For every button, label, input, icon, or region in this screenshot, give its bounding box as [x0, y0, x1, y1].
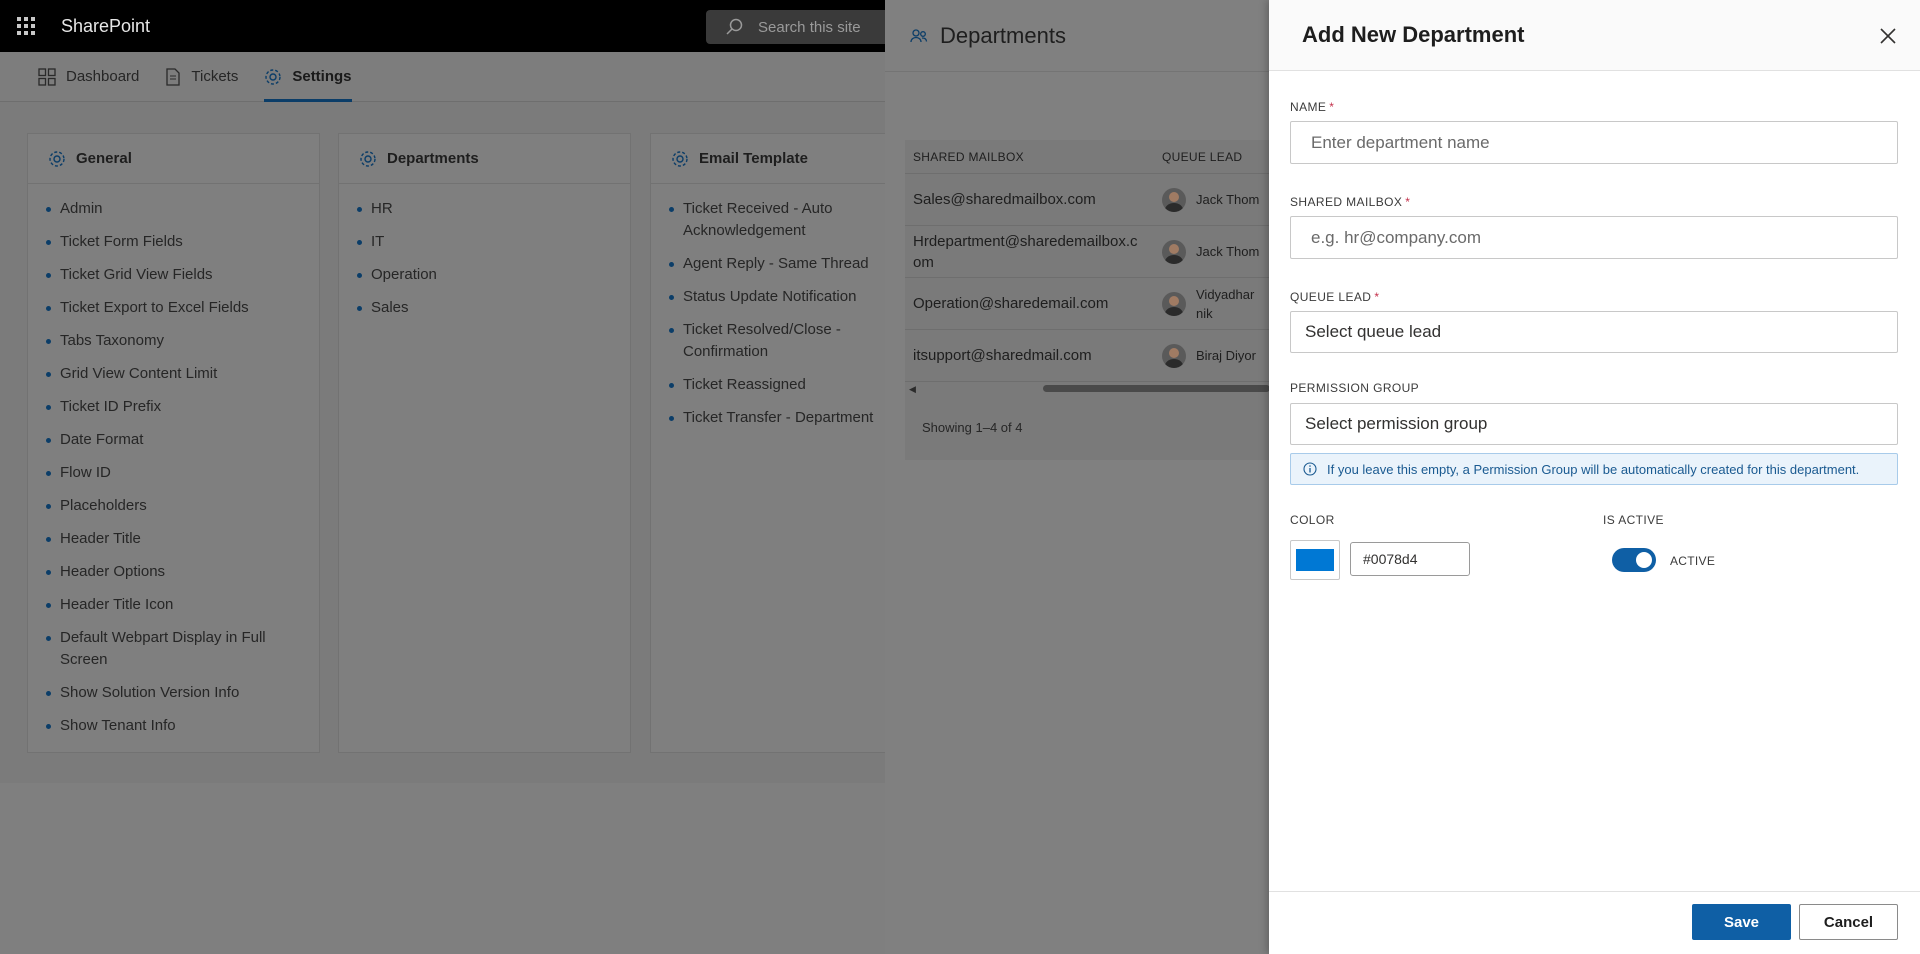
departments-panel-header: Departments	[885, 0, 1270, 72]
card-header: Departments	[339, 134, 630, 184]
panel-header: Add New Department	[1269, 0, 1920, 71]
general-card: General Admin Ticket Form Fields Ticket Gr…	[27, 133, 320, 753]
permission-group-select[interactable]: Select permission group	[1290, 403, 1898, 445]
list-item[interactable]: IT	[357, 231, 630, 253]
scroll-thumb[interactable]	[1043, 385, 1270, 392]
list-item[interactable]: Ticket Transfer - Department	[669, 407, 909, 429]
list-item[interactable]: Header Title	[46, 528, 319, 550]
grid-header: SHARED MAILBOX QUEUE LEAD	[905, 140, 1270, 174]
list-item[interactable]: Ticket Reassigned	[669, 374, 909, 396]
list-item[interactable]: Date Format	[46, 429, 319, 451]
permission-info-message: If you leave this empty, a Permission Gr…	[1290, 453, 1898, 485]
departments-panel-title: Departments	[940, 22, 1066, 48]
panel-footer: Save Cancel	[1269, 891, 1920, 954]
list-item[interactable]: Header Title Icon	[46, 594, 319, 616]
people-icon	[910, 28, 928, 42]
list-item[interactable]: Header Options	[46, 561, 319, 583]
color-label: COLOR	[1290, 513, 1335, 527]
queue-lead-select[interactable]: Select queue lead	[1290, 311, 1898, 353]
list-item[interactable]: Status Update Notification	[669, 286, 909, 308]
avatar	[1162, 291, 1186, 316]
list-item[interactable]: Ticket Grid View Fields	[46, 264, 319, 286]
tab-settings[interactable]: Settings	[264, 52, 352, 102]
avatar	[1162, 239, 1186, 264]
department-name-input[interactable]	[1290, 121, 1898, 164]
gear-icon	[360, 150, 376, 167]
is-active-label: IS ACTIVE	[1603, 513, 1664, 527]
app-name[interactable]: SharePoint	[61, 16, 150, 37]
shared-mailbox-input[interactable]	[1290, 216, 1898, 259]
avatar	[1162, 343, 1186, 368]
tab-tickets[interactable]: Tickets	[165, 52, 238, 102]
list-item[interactable]: Operation	[357, 264, 630, 286]
list-item[interactable]: Agent Reply - Same Thread	[669, 253, 909, 275]
document-icon	[166, 67, 181, 86]
close-button[interactable]	[1874, 22, 1902, 50]
gear-icon	[49, 150, 65, 167]
save-button[interactable]: Save	[1692, 904, 1791, 940]
list-item[interactable]: Ticket ID Prefix	[46, 396, 319, 418]
departments-card: Departments HR IT Operation Sales	[338, 133, 631, 753]
permission-group-label: PERMISSION GROUP	[1290, 381, 1420, 395]
email-template-list: Ticket Received - Auto Acknowledgement Ag…	[651, 184, 909, 429]
list-item[interactable]: Show Solution Version Info	[46, 682, 319, 704]
color-hex-input[interactable]	[1350, 542, 1470, 576]
column-queue-lead[interactable]: QUEUE LEAD	[1162, 150, 1242, 164]
horizontal-scrollbar[interactable]: ◀	[905, 382, 1270, 394]
color-picker-button[interactable]	[1290, 540, 1340, 580]
table-row[interactable]: itsupport@sharedmail.com Biraj Diyor	[905, 330, 1270, 382]
gear-icon	[672, 150, 688, 167]
app-launcher-icon[interactable]	[0, 0, 52, 52]
search-icon	[726, 18, 743, 35]
table-row[interactable]: Sales@sharedmailbox.com Jack Thom	[905, 174, 1270, 226]
queue-lead-label: QUEUE LEAD *	[1290, 290, 1380, 304]
active-state-text: ACTIVE	[1670, 554, 1716, 568]
list-item[interactable]: Ticket Resolved/Close - Confirmation	[669, 319, 909, 363]
list-item[interactable]: Tabs Taxonomy	[46, 330, 319, 352]
departments-grid: SHARED MAILBOX QUEUE LEAD Sales@sharedma…	[905, 140, 1270, 460]
departments-panel: Departments SHARED MAILBOX QUEUE LEAD Sa…	[885, 0, 1270, 954]
column-shared-mailbox[interactable]: SHARED MAILBOX	[905, 150, 1162, 164]
list-item[interactable]: HR	[357, 198, 630, 220]
list-item[interactable]: Ticket Received - Auto Acknowledgement	[669, 198, 909, 242]
card-header: Email Template	[651, 134, 909, 184]
table-row[interactable]: Operation@sharedemail.com Vidyadharnik	[905, 278, 1270, 330]
name-label: NAME *	[1290, 100, 1335, 114]
dashboard-icon	[38, 67, 56, 86]
avatar	[1162, 187, 1186, 212]
color-swatch	[1296, 549, 1334, 571]
shared-mailbox-label: SHARED MAILBOX *	[1290, 195, 1411, 209]
search-placeholder: Search this site	[758, 18, 861, 36]
departments-list: HR IT Operation Sales	[339, 184, 630, 319]
gear-icon	[265, 68, 282, 85]
tab-dashboard[interactable]: Dashboard	[38, 52, 139, 102]
list-item[interactable]: Admin	[46, 198, 319, 220]
add-department-panel: Add New Department NAME* SHARED MAILBOX*…	[1269, 0, 1920, 954]
list-item[interactable]: Placeholders	[46, 495, 319, 517]
list-item[interactable]: Flow ID	[46, 462, 319, 484]
close-icon	[1880, 28, 1896, 44]
list-item[interactable]: Grid View Content Limit	[46, 363, 319, 385]
list-item[interactable]: Default Webpart Display in Full Screen	[46, 627, 319, 671]
list-item[interactable]: Ticket Export to Excel Fields	[46, 297, 319, 319]
list-item[interactable]: Show Tenant Info	[46, 715, 319, 737]
info-icon	[1303, 462, 1317, 476]
grid-footer: Showing 1–4 of 4	[922, 419, 1023, 435]
cancel-button[interactable]: Cancel	[1799, 904, 1898, 940]
is-active-toggle[interactable]	[1612, 548, 1656, 572]
list-item[interactable]: Ticket Form Fields	[46, 231, 319, 253]
list-item[interactable]: Sales	[357, 297, 630, 319]
email-template-card: Email Template Ticket Received - Auto Ac…	[650, 133, 910, 753]
card-header: General	[28, 134, 319, 184]
general-settings-list: Admin Ticket Form Fields Ticket Grid View …	[28, 184, 319, 737]
table-row[interactable]: Hrdepartment@sharedemailbox.com Jack Tho…	[905, 226, 1270, 278]
panel-title: Add New Department	[1302, 22, 1525, 47]
